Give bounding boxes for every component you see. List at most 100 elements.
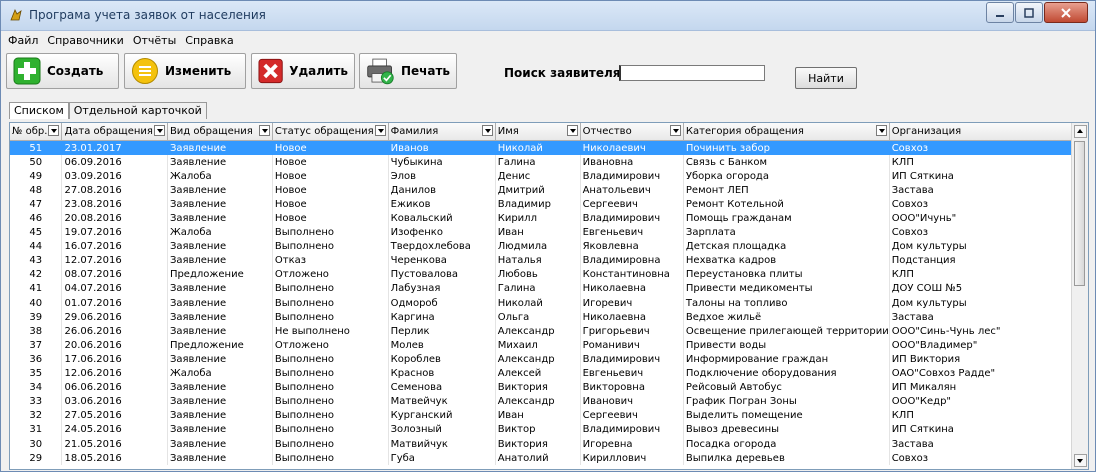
minimize-button[interactable] (986, 2, 1014, 23)
edit-button[interactable]: Изменить (124, 53, 246, 89)
scroll-up-button[interactable] (1074, 125, 1087, 138)
table-row[interactable]: 40 01.07.2016 Заявление Выполнено Одмороб Ник… (10, 296, 1088, 311)
table-cell: 44 (10, 239, 63, 254)
table-cell: Ковальский (388, 211, 496, 226)
filter-dropdown-icon[interactable] (374, 125, 386, 136)
table-cell: Выпилка деревьев (683, 451, 890, 466)
filter-dropdown-icon[interactable] (875, 125, 887, 136)
table-cell: Дмитрий (495, 183, 581, 198)
title-bar[interactable]: Програма учета заявок от населения (1, 1, 1095, 31)
filter-dropdown-icon[interactable] (669, 125, 681, 136)
vertical-scrollbar[interactable] (1071, 123, 1088, 469)
table-cell: Виктория (495, 436, 581, 452)
menu-file[interactable]: Файл (8, 34, 38, 47)
table-cell: Совхоз (889, 225, 1088, 240)
table-row[interactable]: 45 19.07.2016 Жалоба Выполнено Изофенко Иван Е… (10, 225, 1088, 240)
window-title: Програма учета заявок от населения (29, 8, 266, 22)
table-row[interactable]: 33 03.06.2016 Заявление Выполнено Матвейчук А… (10, 394, 1088, 409)
table-row[interactable]: 34 06.06.2016 Заявление Выполнено Семенова Ви… (10, 380, 1088, 395)
filter-dropdown-icon[interactable] (258, 125, 270, 136)
filter-dropdown-icon[interactable] (566, 125, 578, 136)
table-cell: Выполнено (272, 239, 389, 254)
table-cell: 33 (10, 394, 63, 409)
table-row[interactable]: 47 23.08.2016 Заявление Новое Ежиков Владимир… (10, 197, 1088, 212)
table-row[interactable]: 43 12.07.2016 Заявление Отказ Черенкова Натал… (10, 253, 1088, 268)
header-row: № обр. Дата обращения Вид обращения Статус … (10, 123, 1088, 141)
table-cell: 12.06.2016 (61, 366, 168, 381)
column-header-label: Дата обращения (64, 126, 153, 137)
create-button[interactable]: Создать (6, 53, 119, 89)
table-cell: Выполнено (272, 380, 389, 395)
menu-references[interactable]: Справочники (47, 34, 123, 47)
table-cell: График Погран Зоны (683, 394, 890, 409)
table-row[interactable]: 39 29.06.2016 Заявление Выполнено Каргина Оль… (10, 310, 1088, 325)
table-cell: Совхоз (889, 197, 1088, 212)
column-header[interactable]: Дата обращения (61, 123, 168, 141)
table-cell: КЛП (889, 155, 1088, 170)
window-controls (985, 2, 1088, 23)
table-row[interactable]: 38 26.06.2016 Заявление Не выполнено Перлик А… (10, 324, 1088, 339)
table-cell: Игоревна (580, 436, 684, 452)
column-header[interactable]: Категория обращения (683, 123, 890, 141)
table-cell: Заявление (167, 211, 273, 226)
column-header[interactable]: Имя (495, 123, 581, 141)
filter-dropdown-icon[interactable] (153, 125, 165, 136)
print-button[interactable]: Печать (359, 53, 457, 89)
table-row[interactable]: 32 27.05.2016 Заявление Выполнено Курганский… (10, 408, 1088, 423)
table-cell: Каргина (388, 310, 496, 325)
table-row[interactable]: 46 20.08.2016 Заявление Новое Ковальский Кири… (10, 211, 1088, 226)
table-row[interactable]: 29 18.05.2016 Заявление Выполнено Губа Анатол… (10, 451, 1088, 466)
filter-dropdown-icon[interactable] (481, 125, 493, 136)
maximize-button[interactable] (1015, 2, 1043, 23)
table-cell: Николай (495, 296, 581, 311)
search-input[interactable] (619, 65, 765, 81)
table-row[interactable]: 44 16.07.2016 Заявление Выполнено Твердохлеб… (10, 239, 1088, 254)
table-cell: 48 (10, 183, 63, 198)
table-row[interactable]: 42 08.07.2016 Предложение Отложено Пустовало… (10, 267, 1088, 282)
table-row[interactable]: 30 21.05.2016 Заявление Выполнено Матвийчук В… (10, 436, 1088, 452)
table-cell: Заявление (167, 310, 273, 325)
table-cell: КЛП (889, 408, 1088, 423)
requests-grid[interactable]: № обр. Дата обращения Вид обращения Статус … (9, 122, 1089, 470)
column-header[interactable]: Отчество (580, 123, 684, 141)
close-button[interactable] (1044, 2, 1088, 23)
table-cell: 17.06.2016 (61, 352, 168, 367)
column-header[interactable]: Вид обращения (167, 123, 273, 141)
table-cell: 43 (10, 253, 63, 268)
column-header[interactable]: Организация (889, 123, 1088, 141)
table-row[interactable]: 31 24.05.2016 Заявление Выполнено Золозный Ви… (10, 422, 1088, 437)
menu-help[interactable]: Справка (185, 34, 233, 47)
table-row[interactable]: 48 27.08.2016 Заявление Новое Данилов Дмитрий… (10, 183, 1088, 198)
find-button[interactable]: Найти (795, 67, 857, 89)
delete-button[interactable]: Удалить (251, 53, 355, 89)
menu-reports[interactable]: Отчёты (133, 34, 176, 47)
table-row[interactable]: 35 12.06.2016 Жалоба Выполнено Краснов Алексе… (10, 366, 1088, 381)
table-cell: Выполнено (272, 310, 389, 325)
column-header[interactable]: № обр. (10, 123, 63, 141)
table-cell: 24.05.2016 (61, 422, 168, 437)
table-cell: Привести медикоменты (683, 281, 890, 297)
table-row[interactable]: 41 04.07.2016 Заявление Выполнено Лабузная Га… (10, 281, 1088, 297)
table-cell: Яковлевна (580, 239, 684, 254)
scroll-down-button[interactable] (1074, 454, 1087, 467)
table-cell: Заявление (167, 436, 273, 452)
column-header-label: Фамилия (390, 126, 439, 137)
column-header[interactable]: Фамилия (388, 123, 496, 141)
table-cell: Галина (495, 281, 581, 297)
printer-icon (367, 58, 394, 85)
table-cell: ОАО"Совхоз Радде" (889, 366, 1088, 381)
toolbar: Создать Изменить Удалить Печать Поиск за… (1, 50, 1095, 96)
column-header[interactable]: Статус обращения (272, 123, 389, 141)
table-row[interactable]: 36 17.06.2016 Заявление Выполнено Короблев Ал… (10, 352, 1088, 367)
filter-dropdown-icon[interactable] (48, 125, 60, 136)
table-row[interactable]: 49 03.09.2016 Жалоба Новое Элов Денис Владимир… (10, 169, 1088, 184)
scroll-thumb[interactable] (1074, 141, 1085, 286)
table-row[interactable]: 37 20.06.2016 Предложение Отложено Молев Миха… (10, 338, 1088, 353)
table-row[interactable]: 50 06.09.2016 Заявление Новое Чубыкина Галина… (10, 155, 1088, 170)
tab-list[interactable]: Списком (9, 102, 69, 119)
tab-card[interactable]: Отдельной карточкой (68, 102, 207, 119)
table-row[interactable]: 51 23.01.2017 Заявление Новое Иванов Николай Н… (10, 140, 1088, 156)
grid-body: 51 23.01.2017 Заявление Новое Иванов Николай Н… (10, 140, 1088, 466)
menu-bar: Файл Справочники Отчёты Справка (1, 31, 1095, 50)
table-cell: Владимирович (580, 169, 684, 184)
